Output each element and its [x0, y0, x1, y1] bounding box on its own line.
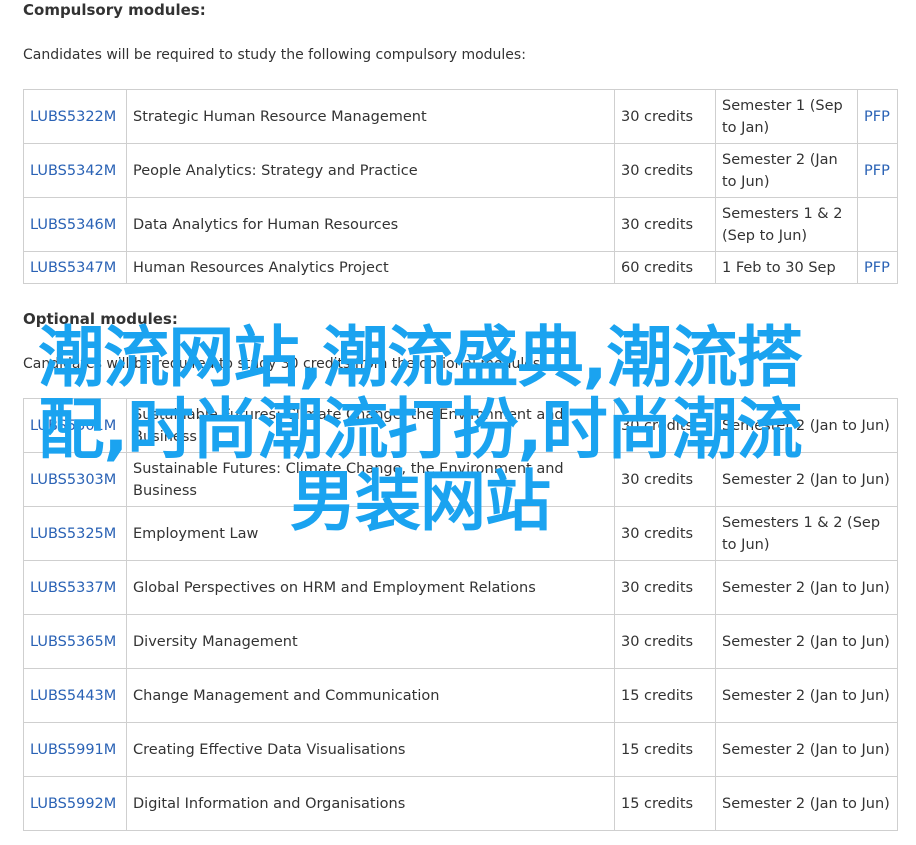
module-code-link[interactable]: LUBS5443M: [30, 688, 116, 704]
table-row: LUBS5337M Global Perspectives on HRM and…: [23, 560, 898, 615]
module-credits: 30 credits: [614, 452, 716, 507]
module-name: Human Resources Analytics Project: [126, 251, 615, 284]
module-semester: Semester 2 (Jan to Jun): [715, 776, 898, 831]
module-semester: Semester 2 (Jan to Jun): [715, 560, 898, 615]
module-credits: 30 credits: [614, 89, 716, 144]
module-credits: 60 credits: [614, 251, 716, 284]
module-credits: 15 credits: [614, 668, 716, 723]
module-semester: Semesters 1 & 2 (Sep to Jun): [715, 506, 898, 561]
optional-modules-heading: Optional modules:: [23, 310, 178, 328]
table-row: LUBS5303M Sustainable Futures: Climate C…: [23, 452, 898, 507]
table-row: LUBS5992M Digital Information and Organi…: [23, 776, 898, 831]
compulsory-modules-table: LUBS5322M Strategic Human Resource Manag…: [23, 89, 898, 284]
table-row: LUBS5443M Change Management and Communic…: [23, 668, 898, 723]
module-name: Diversity Management: [126, 614, 615, 669]
module-code-link[interactable]: LUBS5992M: [30, 796, 116, 812]
table-row: LUBS5325M Employment Law 30 credits Seme…: [23, 506, 898, 561]
module-name: Global Perspectives on HRM and Employmen…: [126, 560, 615, 615]
module-name: Creating Effective Data Visualisations: [126, 722, 615, 777]
pfp-link[interactable]: PFP: [864, 109, 890, 125]
table-row: LUBS5342M People Analytics: Strategy and…: [23, 143, 898, 198]
module-semester: Semester 2 (Jan to Jun): [715, 398, 898, 453]
module-credits: 15 credits: [614, 722, 716, 777]
pfp-link[interactable]: PFP: [864, 163, 890, 179]
table-row: LUBS5347M Human Resources Analytics Proj…: [23, 251, 898, 284]
module-semester: 1 Feb to 30 Sep: [715, 251, 858, 284]
module-name: Employment Law: [126, 506, 615, 561]
module-semester: Semester 2 (Jan to Jun): [715, 143, 858, 198]
compulsory-modules-intro: Candidates will be required to study the…: [23, 47, 526, 63]
module-code-link[interactable]: LUBS5337M: [30, 580, 116, 596]
module-code-link[interactable]: LUBS5365M: [30, 634, 116, 650]
compulsory-modules-heading: Compulsory modules:: [23, 1, 206, 19]
module-code-link[interactable]: LUBS5346M: [30, 217, 116, 233]
module-name: People Analytics: Strategy and Practice: [126, 143, 615, 198]
module-code-link[interactable]: LUBS5303M: [30, 472, 116, 488]
pfp-link[interactable]: PFP: [864, 260, 890, 276]
module-code-link[interactable]: LUBS5325M: [30, 526, 116, 542]
module-name: Data Analytics for Human Resources: [126, 197, 615, 252]
module-semester: Semester 1 (Sep to Jan): [715, 89, 858, 144]
module-name: Digital Information and Organisations: [126, 776, 615, 831]
module-credits: 30 credits: [614, 143, 716, 198]
module-name: Change Management and Communication: [126, 668, 615, 723]
module-semester: Semester 2 (Jan to Jun): [715, 668, 898, 723]
module-credits: 30 credits: [614, 560, 716, 615]
module-semester: Semester 2 (Jan to Jun): [715, 452, 898, 507]
table-row: LUBS5991M Creating Effective Data Visual…: [23, 722, 898, 777]
optional-modules-table: LUBS5301M Sustainable Futures: Climate C…: [23, 398, 898, 831]
table-row: LUBS5322M Strategic Human Resource Manag…: [23, 89, 898, 144]
table-row: LUBS5301M Sustainable Futures: Climate C…: [23, 398, 898, 453]
module-credits: 30 credits: [614, 614, 716, 669]
module-credits: 30 credits: [614, 197, 716, 252]
module-name: Strategic Human Resource Management: [126, 89, 615, 144]
module-semester: Semesters 1 & 2 (Sep to Jun): [715, 197, 858, 252]
table-row: LUBS5365M Diversity Management 30 credit…: [23, 614, 898, 669]
module-code-link[interactable]: LUBS5301M: [30, 418, 116, 434]
module-code-link[interactable]: LUBS5342M: [30, 163, 116, 179]
module-credits: 30 credits: [614, 398, 716, 453]
module-credits: 30 credits: [614, 506, 716, 561]
pfp-cell-empty: [857, 197, 898, 252]
module-code-link[interactable]: LUBS5322M: [30, 109, 116, 125]
module-name: Sustainable Futures: Climate Change, the…: [126, 452, 615, 507]
module-code-link[interactable]: LUBS5347M: [30, 260, 116, 276]
module-code-link[interactable]: LUBS5991M: [30, 742, 116, 758]
optional-modules-intro: Candidates will be required to study 30 …: [23, 356, 541, 372]
module-semester: Semester 2 (Jan to Jun): [715, 722, 898, 777]
module-semester: Semester 2 (Jan to Jun): [715, 614, 898, 669]
table-row: LUBS5346M Data Analytics for Human Resou…: [23, 197, 898, 252]
module-credits: 15 credits: [614, 776, 716, 831]
module-name: Sustainable Futures: Climate Change, the…: [126, 398, 615, 453]
